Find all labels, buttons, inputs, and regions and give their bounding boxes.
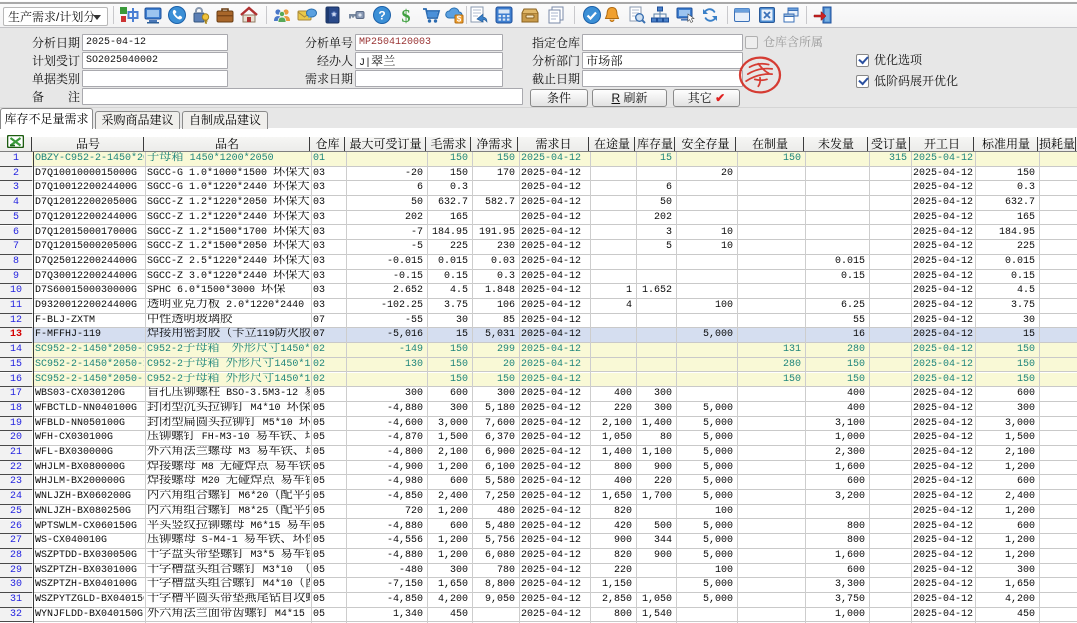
svg-text:?: ? xyxy=(378,9,385,23)
svg-text:$: $ xyxy=(402,6,411,25)
svg-text:$: $ xyxy=(457,15,462,24)
